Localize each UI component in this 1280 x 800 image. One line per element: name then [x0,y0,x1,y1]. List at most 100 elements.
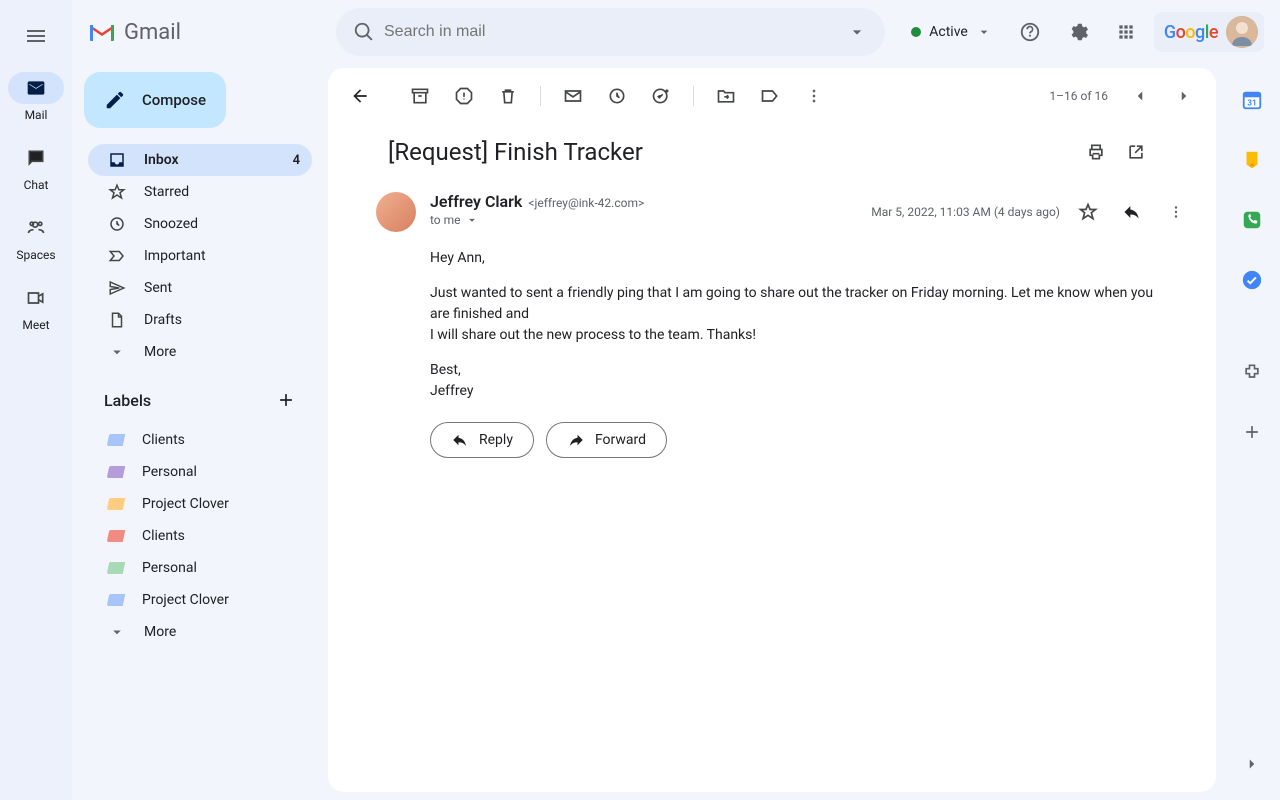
delete-button[interactable] [488,76,528,116]
label-item[interactable]: Personal [88,552,312,584]
settings-button[interactable] [1058,12,1098,52]
next-page-button[interactable] [1164,76,1204,116]
snooze-button[interactable] [597,76,637,116]
rail-item-spaces[interactable]: Spaces [0,204,72,270]
labels-button[interactable] [750,76,790,116]
chat-icon [26,148,46,168]
label-item[interactable]: Personal [88,456,312,488]
nav-label: Inbox [144,152,179,168]
inbox-count: 4 [293,153,300,168]
status-dot-icon [911,27,921,37]
calendar-app-button[interactable]: 31 [1232,80,1272,120]
nav-item-drafts[interactable]: Drafts [88,304,312,336]
trash-icon [498,86,518,106]
plus-icon [1242,422,1262,442]
addon-icon [1242,362,1262,382]
header: Gmail Active Google [72,0,1280,64]
recipient-dropdown[interactable]: to me [430,213,857,227]
nav-item-sent[interactable]: Sent [88,272,312,304]
label-swatch-icon [107,594,126,606]
archive-button[interactable] [400,76,440,116]
keep-app-button[interactable] [1232,140,1272,180]
main-menu-button[interactable] [12,12,60,60]
arrow-left-icon [350,86,370,106]
email-subject: [Request] Finish Tracker [388,138,1076,166]
nav-item-inbox[interactable]: Inbox 4 [88,144,312,176]
label-item[interactable]: Project Clover [88,488,312,520]
label-swatch-icon [107,530,126,542]
clock-icon [108,215,126,233]
expand-panel-button[interactable] [1232,744,1272,784]
print-button[interactable] [1076,132,1116,172]
get-addons-button[interactable] [1232,412,1272,452]
compose-button[interactable]: Compose [84,72,226,128]
rail-item-mail[interactable]: Mail [0,64,72,130]
label-item[interactable]: Project Clover [88,584,312,616]
nav-label: More [144,344,176,360]
apps-button[interactable] [1106,12,1146,52]
prev-page-button[interactable] [1120,76,1160,116]
rail-item-meet[interactable]: Meet [0,274,72,340]
label-icon [760,86,780,106]
forward-icon [567,431,585,449]
spam-button[interactable] [444,76,484,116]
account-chip[interactable]: Google [1154,12,1264,52]
spaces-icon [26,218,46,238]
support-button[interactable] [1010,12,1050,52]
chevron-right-icon [1243,755,1261,773]
message-more-button[interactable] [1160,196,1192,228]
search-options-icon[interactable] [837,22,877,42]
reply-icon [451,431,469,449]
message-panel: 1–16 of 16 [Request] Finish Tracker Jeff… [328,68,1216,792]
forward-button[interactable]: Forward [546,422,667,458]
reply-icon-button[interactable] [1116,196,1148,228]
search-icon[interactable] [344,21,384,43]
chevron-left-icon [1131,87,1149,105]
nav-label: Drafts [144,312,182,328]
rail-item-chat[interactable]: Chat [0,134,72,200]
archive-icon [410,86,430,106]
star-message-button[interactable] [1072,196,1104,228]
more-actions-button[interactable] [794,76,834,116]
nav-item-snoozed[interactable]: Snoozed [88,208,312,240]
back-button[interactable] [340,76,380,116]
label-item[interactable]: Clients [88,424,312,456]
apps-grid-icon [1116,22,1136,42]
gmail-logo[interactable]: Gmail [88,20,320,45]
label-text: Personal [142,464,197,480]
open-new-window-button[interactable] [1116,132,1156,172]
label-item[interactable]: Clients [88,520,312,552]
label-text: Personal [142,560,197,576]
compose-label: Compose [142,91,206,109]
add-label-button[interactable] [270,384,302,416]
file-icon [108,311,126,329]
labels-more[interactable]: More [88,616,312,648]
nav-item-more[interactable]: More [88,336,312,368]
add-task-button[interactable] [641,76,681,116]
nav-label: Starred [144,184,189,200]
label-text: Project Clover [142,592,229,608]
chevron-down-icon [976,24,992,40]
rail-label-spaces: Spaces [16,248,55,262]
chevron-down-icon [465,213,479,227]
move-to-button[interactable] [706,76,746,116]
search-bar[interactable] [336,8,885,56]
spam-icon [454,86,474,106]
meet-icon [26,288,46,308]
tasks-app-button[interactable] [1232,260,1272,300]
contacts-app-button[interactable] [1232,200,1272,240]
addons-button[interactable] [1232,352,1272,392]
sender-name: Jeffrey Clark [430,192,522,211]
status-chip[interactable]: Active [901,14,1002,50]
clock-icon [607,86,627,106]
help-icon [1019,21,1041,43]
reply-button[interactable]: Reply [430,422,534,458]
label-text: Project Clover [142,496,229,512]
nav-item-important[interactable]: Important [88,240,312,272]
nav-label: Important [144,248,206,264]
search-input[interactable] [384,23,837,41]
nav-item-starred[interactable]: Starred [88,176,312,208]
app-name: Gmail [124,20,181,45]
mark-unread-button[interactable] [553,76,593,116]
gear-icon [1067,21,1089,43]
